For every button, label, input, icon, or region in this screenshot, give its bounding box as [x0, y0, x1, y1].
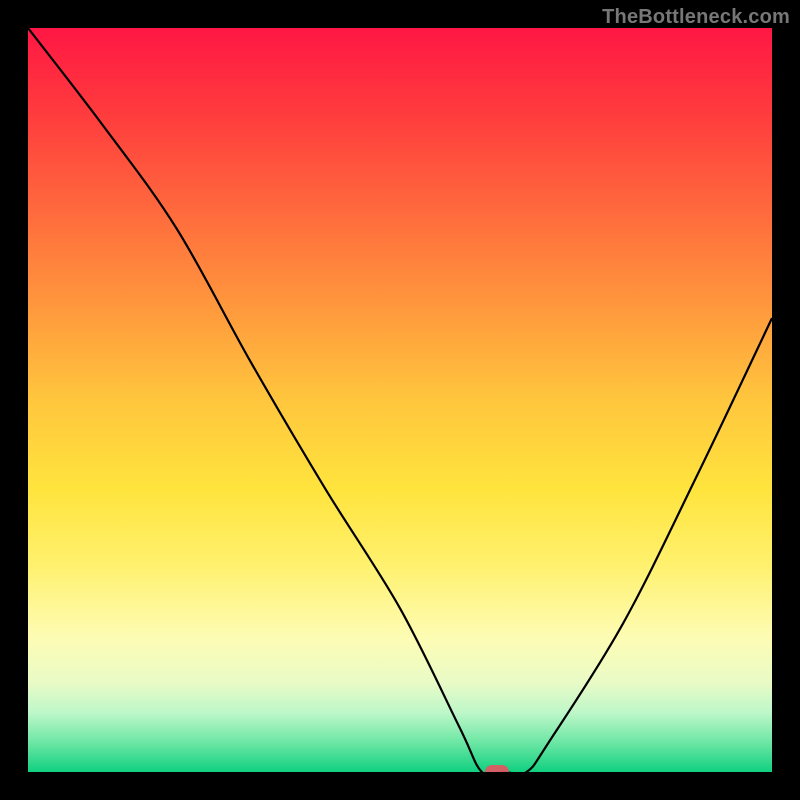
chart-container: TheBottleneck.com	[0, 0, 800, 800]
curve-path	[28, 28, 772, 772]
plot-area	[28, 28, 772, 772]
bottleneck-curve	[28, 28, 772, 772]
optimal-point-marker	[485, 765, 509, 772]
watermark-text: TheBottleneck.com	[602, 6, 790, 29]
